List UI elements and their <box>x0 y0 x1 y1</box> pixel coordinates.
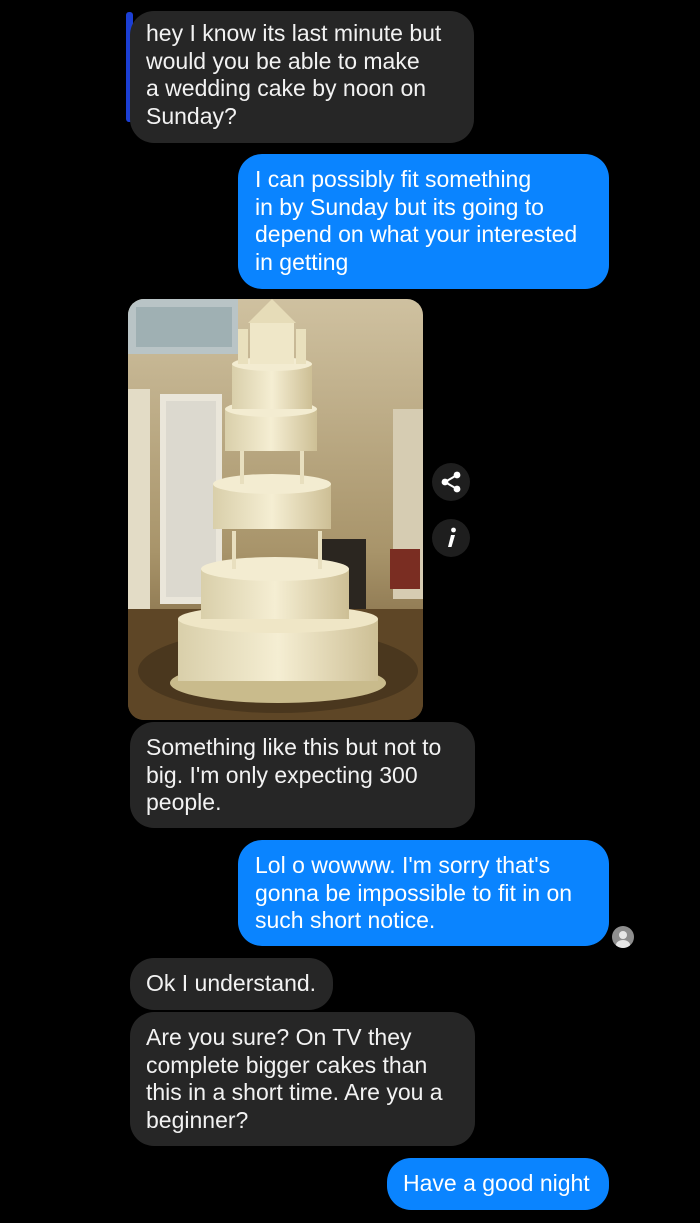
share-icon[interactable] <box>432 463 470 501</box>
outgoing-message[interactable]: Have a good night <box>387 1158 609 1210</box>
incoming-message[interactable]: Ok I understand. <box>130 958 333 1010</box>
info-icon[interactable] <box>432 519 470 557</box>
outgoing-message[interactable]: I can possibly fit something in by Sunda… <box>238 154 609 289</box>
incoming-message[interactable]: hey I know its last minute but would you… <box>130 11 474 143</box>
seen-avatar-icon <box>612 926 634 948</box>
wedding-cake-photo[interactable] <box>128 299 423 720</box>
incoming-message[interactable]: Something like this but not to big. I'm … <box>130 722 475 828</box>
outgoing-message[interactable]: Lol o wowww. I'm sorry that's gonna be i… <box>238 840 609 946</box>
incoming-message[interactable]: Are you sure? On TV they complete bigger… <box>130 1012 475 1146</box>
